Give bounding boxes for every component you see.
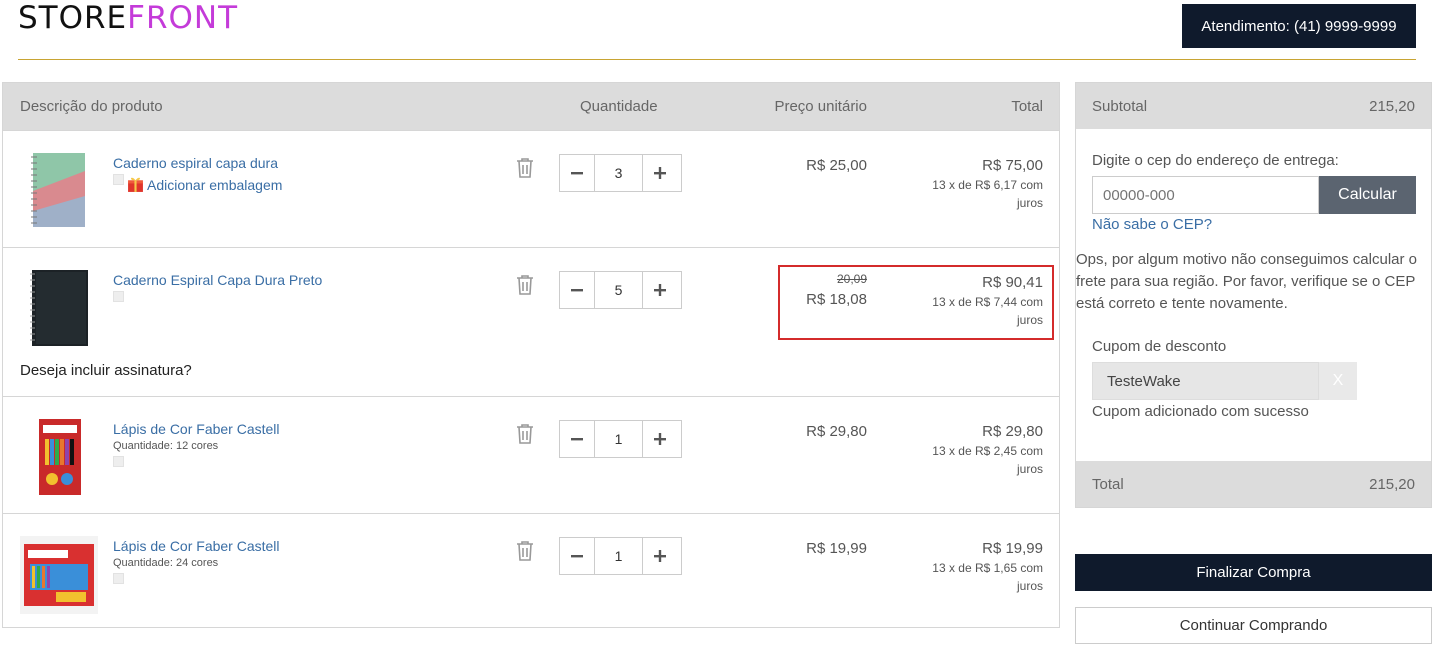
quantity-stepper: 3	[559, 154, 682, 192]
subtotal-value: 215,20	[1369, 98, 1415, 115]
cart-row: Caderno espiral capa dura Adicionar emba…	[3, 130, 1059, 247]
subtotal-label: Subtotal	[1092, 98, 1148, 115]
cep-input[interactable]	[1092, 176, 1319, 214]
trash-icon[interactable]	[515, 157, 535, 179]
cep-help-link[interactable]: Não sabe o CEP?	[1092, 216, 1212, 233]
minus-icon	[571, 289, 583, 292]
product-option-checkbox[interactable]	[113, 573, 124, 584]
product-name-link[interactable]: Lápis de Cor Faber Castell	[113, 421, 280, 437]
coupon-label: Cupom de desconto	[1092, 338, 1227, 355]
quantity-field[interactable]: 5	[594, 272, 643, 308]
cart-row: Lápis de Cor Faber Castell Quantidade: 2…	[3, 513, 1059, 629]
installments-info: 13 x de R$ 1,65 com juros	[932, 561, 1043, 593]
product-image-colored-pencils-12[interactable]	[37, 417, 83, 497]
unit-price: R$ 29,80	[806, 423, 867, 440]
quantity-stepper: 1	[559, 537, 682, 575]
product-name-link[interactable]: Caderno Espiral Capa Dura Preto	[113, 272, 322, 288]
cart-row: Lápis de Cor Faber Castell Quantidade: 1…	[3, 396, 1059, 513]
decrease-quantity-button[interactable]	[560, 538, 594, 574]
product-name-link[interactable]: Lápis de Cor Faber Castell	[113, 538, 280, 554]
unit-price: R$ 18,08	[806, 291, 867, 308]
coupon-success-message: Cupom adicionado com sucesso	[1092, 403, 1309, 420]
column-header-description: Descrição do produto	[20, 98, 163, 115]
installments-info: 13 x de R$ 7,44 com juros	[932, 295, 1043, 327]
plus-icon	[654, 550, 666, 562]
total-label: Total	[1092, 476, 1124, 493]
decrease-quantity-button[interactable]	[560, 421, 594, 457]
header-divider	[18, 59, 1416, 60]
subscription-prompt: Deseja incluir assinatura?	[20, 362, 192, 379]
decrease-quantity-button[interactable]	[560, 155, 594, 191]
trash-icon[interactable]	[515, 274, 535, 296]
installments-info: 13 x de R$ 6,17 com juros	[932, 178, 1043, 210]
gift-wrap-label: Adicionar embalagem	[147, 176, 283, 193]
increase-quantity-button[interactable]	[643, 421, 677, 457]
trash-icon[interactable]	[515, 540, 535, 562]
calculate-shipping-button[interactable]: Calcular	[1319, 176, 1416, 214]
quantity-field[interactable]: 3	[594, 155, 643, 191]
line-total: R$ 75,00	[982, 157, 1043, 174]
product-option-checkbox[interactable]	[113, 174, 124, 185]
remove-coupon-button[interactable]: X	[1319, 362, 1357, 400]
product-image-black-notebook[interactable]	[30, 268, 90, 348]
minus-icon	[571, 555, 583, 558]
support-phone-button[interactable]: Atendimento: (41) 9999-9999	[1182, 4, 1416, 48]
store-logo[interactable]: STOREFRONT	[18, 2, 238, 34]
product-option-checkbox[interactable]	[113, 456, 124, 467]
column-header-quantity: Quantidade	[580, 98, 658, 115]
column-header-unit-price: Preço unitário	[774, 98, 867, 115]
line-total: R$ 19,99	[982, 540, 1043, 557]
quantity-stepper: 1	[559, 420, 682, 458]
original-price: 20,09	[836, 272, 867, 286]
logo-text-front: FRONT	[127, 0, 239, 36]
gift-icon	[128, 177, 143, 192]
cart-row: Caderno Espiral Capa Dura Preto 5 20,09 …	[3, 247, 1059, 396]
plus-icon	[654, 284, 666, 296]
installments-info: 13 x de R$ 2,45 com juros	[932, 444, 1043, 476]
product-image-colored-pencils-24[interactable]	[20, 536, 98, 614]
cep-label: Digite o cep do endereço de entrega:	[1092, 152, 1339, 169]
unit-price: R$ 19,99	[806, 540, 867, 557]
decrease-quantity-button[interactable]	[560, 272, 594, 308]
plus-icon	[654, 433, 666, 445]
logo-text-store: STORE	[18, 0, 128, 36]
unit-price: R$ 25,00	[806, 157, 867, 174]
product-name-link[interactable]: Caderno espiral capa dura	[113, 155, 278, 171]
increase-quantity-button[interactable]	[643, 272, 677, 308]
product-variant: Quantidade: 12 cores	[113, 440, 219, 452]
total-row: Total 215,20	[1076, 461, 1431, 507]
coupon-field[interactable]: TesteWake	[1092, 362, 1319, 400]
quantity-field[interactable]: 1	[594, 538, 643, 574]
total-value: 215,20	[1369, 476, 1415, 493]
order-summary: Subtotal 215,20 Digite o cep do endereço…	[1075, 82, 1432, 508]
increase-quantity-button[interactable]	[643, 538, 677, 574]
line-total: R$ 90,41	[982, 274, 1043, 291]
cart-table-header: Descrição do produto Quantidade Preço un…	[3, 83, 1059, 130]
shipping-error-message: Ops, por algum motivo não conseguimos ca…	[1076, 251, 1418, 312]
trash-icon[interactable]	[515, 423, 535, 445]
minus-icon	[571, 438, 583, 441]
increase-quantity-button[interactable]	[643, 155, 677, 191]
finish-purchase-button[interactable]: Finalizar Compra	[1075, 554, 1432, 591]
minus-icon	[571, 172, 583, 175]
add-gift-wrap-link[interactable]: Adicionar embalagem	[127, 176, 282, 193]
line-total: R$ 29,80	[982, 423, 1043, 440]
plus-icon	[654, 167, 666, 179]
product-variant: Quantidade: 24 cores	[113, 557, 219, 569]
continue-shopping-button[interactable]: Continuar Comprando	[1075, 607, 1432, 644]
quantity-stepper: 5	[559, 271, 682, 309]
cart-table: Descrição do produto Quantidade Preço un…	[2, 82, 1060, 628]
column-header-total: Total	[1011, 98, 1043, 115]
subtotal-row: Subtotal 215,20	[1076, 83, 1431, 129]
product-image-spiral-notebook[interactable]	[29, 151, 87, 229]
product-option-checkbox[interactable]	[113, 291, 124, 302]
quantity-field[interactable]: 1	[594, 421, 643, 457]
